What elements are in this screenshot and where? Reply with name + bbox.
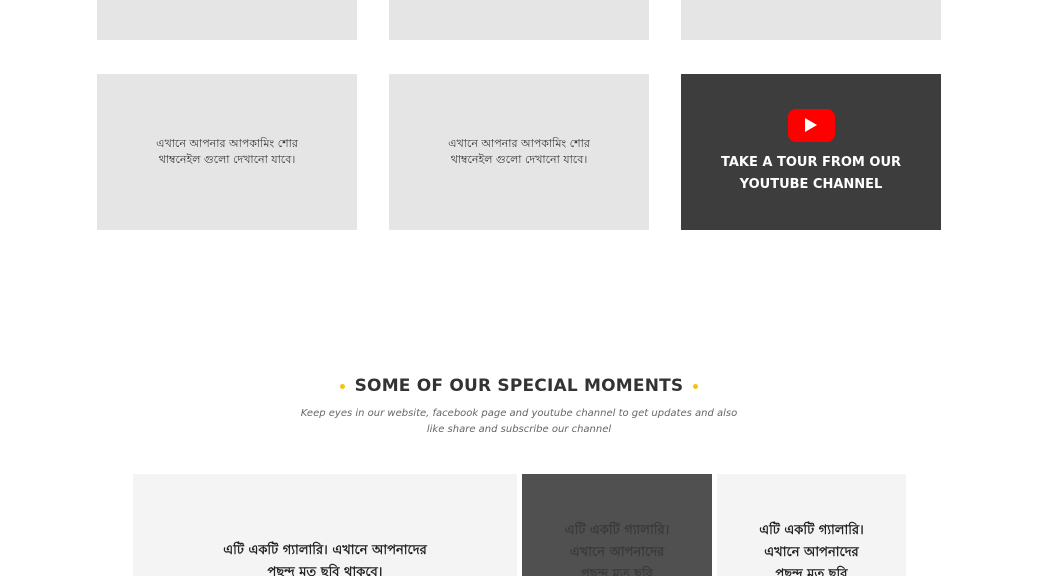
gallery-item-text: এটি একটি গ্যালারি। এখানে আপনাদের পছন্দ ম… bbox=[564, 523, 670, 576]
upcoming-thumb-text: এখানে আপনার আপকামিং শোর থাম্বনেইল গুলো দ… bbox=[448, 137, 590, 166]
heading-dot-right bbox=[693, 383, 699, 389]
heading-dot-left bbox=[339, 383, 345, 389]
youtube-play-icon[interactable] bbox=[787, 108, 835, 142]
moments-heading: SOME OF OUR SPECIAL MOMENTS bbox=[0, 376, 1038, 396]
page: এখানে আপনার আপকামিং শোর থাম্বনেইল গুলো দ… bbox=[0, 0, 1038, 576]
gallery-item[interactable]: এটি একটি গ্যালারি। এখানে আপনাদের পছন্দ ম… bbox=[717, 474, 906, 576]
upcoming-thumb[interactable]: এখানে আপনার আপকামিং শোর থাম্বনেইল গুলো দ… bbox=[97, 74, 357, 230]
youtube-cta-text: TAKE A TOUR FROM OUR YOUTUBE CHANNEL bbox=[720, 154, 902, 192]
moments-subtitle: Keep eyes in our website, facebook page … bbox=[300, 408, 738, 435]
gallery-item[interactable]: এটি একটি গ্যালারি। এখানে আপনাদের পছন্দ ম… bbox=[133, 474, 517, 576]
gallery-item-text: এটি একটি গ্যালারি। এখানে আপনাদের পছন্দ ম… bbox=[223, 543, 427, 576]
youtube-channel-card[interactable]: TAKE A TOUR FROM OUR YOUTUBE CHANNEL bbox=[681, 74, 941, 230]
upcoming-thumb-top-1[interactable] bbox=[97, 0, 357, 40]
play-triangle-icon bbox=[805, 118, 817, 132]
gallery-item-text: এটি একটি গ্যালারি। এখানে আপনাদের পছন্দ ম… bbox=[759, 523, 864, 576]
gallery-item[interactable]: এটি একটি গ্যালারি। এখানে আপনাদের পছন্দ ম… bbox=[522, 474, 712, 576]
moments-title: SOME OF OUR SPECIAL MOMENTS bbox=[354, 376, 684, 396]
upcoming-thumb-top-2[interactable] bbox=[389, 0, 649, 40]
upcoming-thumb-text: এখানে আপনার আপকামিং শোর থাম্বনেইল গুলো দ… bbox=[156, 137, 298, 166]
upcoming-thumb[interactable]: এখানে আপনার আপকামিং শোর থাম্বনেইল গুলো দ… bbox=[389, 74, 649, 230]
upcoming-thumb-top-3[interactable] bbox=[681, 0, 941, 40]
